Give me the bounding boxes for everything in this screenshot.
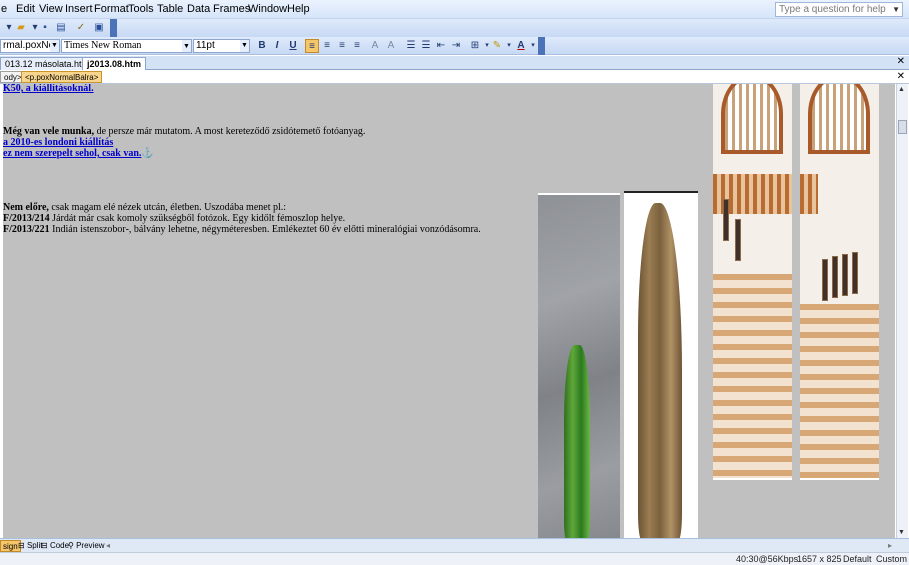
photo-pews — [713, 274, 792, 478]
menu-edit[interactable]: Edit — [16, 3, 35, 15]
menu-format[interactable]: Format — [94, 3, 129, 15]
photo-wooden-idol[interactable] — [624, 191, 698, 538]
shrink-font-icon[interactable]: A — [384, 39, 398, 53]
tag-selector: ody> <p.poxNormalBalra> ✕ — [0, 70, 909, 84]
link-nem-szerepelt[interactable]: ez nem szerepelt sehol, csak van.⚓ — [3, 148, 154, 159]
download-time: 40:30@56Kbps — [736, 554, 799, 564]
status-bar: 40:30@56Kbps 1657 x 825 Default Custom — [0, 552, 909, 565]
menu-insert[interactable]: Insert — [65, 3, 93, 15]
open-folder-icon[interactable]: ▰ — [14, 21, 28, 35]
toolbar-options-icon[interactable] — [110, 19, 117, 37]
tag-p-poxnormalbalra[interactable]: <p.poxNormalBalra> — [21, 71, 103, 83]
preview-button[interactable]: ⚲ Preview — [66, 540, 107, 552]
photo-interior-right[interactable] — [800, 84, 879, 480]
menu-view[interactable]: View — [39, 3, 63, 15]
menu-table[interactable]: Table — [157, 3, 183, 15]
photo-log — [638, 203, 682, 538]
bullet-list-icon[interactable]: ☰ — [419, 39, 433, 53]
help-search-input[interactable]: Type a question for help ▼ — [775, 2, 903, 17]
menu-tools[interactable]: Tools — [128, 3, 154, 15]
chevron-down-icon[interactable]: ▼ — [50, 40, 59, 52]
style-mode[interactable]: Default — [843, 554, 872, 564]
formatting-toolbar: rmal.poxNon ▼ Times New Roman ▼ 11pt ▼ B… — [0, 37, 909, 55]
toolbar-options-icon[interactable] — [538, 37, 545, 55]
standard-toolbar: ▾ ▰ ▾ ▪ ▤ ✓ ▣ — [0, 19, 909, 37]
link-london-2010[interactable]: a 2010-es londoni kiállítás — [3, 137, 113, 148]
photo-plant — [564, 345, 590, 538]
link-k50[interactable]: K50, a kiállításoknál. — [3, 84, 94, 94]
chevron-down-icon[interactable]: ▼ — [240, 40, 249, 52]
numbered-list-icon[interactable]: ☰ — [404, 39, 418, 53]
chevron-down-icon[interactable]: ▼ — [182, 40, 191, 52]
paragraph-munka: Még van vele munka, de persze már mutato… — [3, 126, 366, 137]
photo-arch — [721, 84, 783, 154]
view-bar: sign ⊟ Split ⊟ Code ⚲ Preview ◂ ▸ — [0, 538, 909, 552]
chevron-down-icon[interactable]: ▼ — [892, 3, 900, 16]
caption-f2013-221: F/2013/221 Indián istenszobor-, bálvány … — [3, 224, 481, 235]
scroll-down-icon[interactable]: ▼ — [898, 529, 905, 536]
photo-frame — [832, 256, 838, 298]
save-icon[interactable]: ▪ — [38, 21, 52, 35]
menu-help[interactable]: Help — [287, 3, 310, 15]
menu-data[interactable]: Data — [187, 3, 210, 15]
menu-window[interactable]: Window — [248, 3, 287, 15]
css-mode[interactable]: Custom — [876, 554, 907, 564]
scroll-left-icon[interactable]: ◂ — [104, 540, 112, 552]
tab-masolata[interactable]: 013.12 másolata.htm — [0, 57, 95, 70]
close-icon[interactable]: ✕ — [897, 71, 905, 82]
font-value: Times New Roman — [64, 40, 142, 51]
page-dimensions[interactable]: 1657 x 825 — [797, 554, 842, 564]
style-select[interactable]: rmal.poxNon ▼ — [0, 39, 60, 53]
photo-frame — [723, 199, 729, 241]
font-size-select[interactable]: 11pt ▼ — [193, 39, 250, 53]
photo-frame — [842, 254, 848, 296]
photo-arch — [808, 84, 870, 154]
scroll-thumb[interactable] — [898, 120, 907, 134]
menu-bar: e Edit View Insert Format Tools Table Da… — [0, 0, 909, 19]
justify-icon[interactable]: ≡ — [350, 39, 364, 53]
design-view[interactable]: K50, a kiállításoknál. Még van vele munk… — [3, 84, 895, 538]
photo-pews — [800, 304, 879, 478]
scroll-up-icon[interactable]: ▲ — [898, 86, 905, 93]
bold-button[interactable]: B — [255, 39, 269, 53]
anchor-icon: ⚓ — [141, 148, 154, 159]
print-icon[interactable]: ▤ — [54, 21, 68, 35]
photo-balcony — [800, 174, 818, 214]
photo-pavement[interactable] — [538, 193, 620, 538]
menu-frames[interactable]: Frames — [213, 3, 250, 15]
menu-file[interactable]: e — [1, 3, 7, 15]
font-select[interactable]: Times New Roman ▼ — [61, 39, 192, 53]
photo-frame — [852, 252, 858, 294]
photo-frame — [735, 219, 741, 261]
spelling-icon[interactable]: ✓ — [74, 21, 88, 35]
underline-button[interactable]: U — [286, 39, 300, 53]
paragraph-nem-elore: Nem előre, csak magam elé nézek utcán, é… — [3, 202, 287, 213]
font-size-value: 11pt — [196, 40, 215, 51]
photo-interior-left[interactable] — [713, 84, 792, 480]
grow-font-icon[interactable]: A — [368, 39, 382, 53]
caption-f2013-214: F/2013/214 Járdát már csak komoly szüksé… — [3, 213, 346, 224]
help-search-placeholder: Type a question for help — [779, 4, 886, 15]
tab-j2013-08[interactable]: j2013.08.htm — [82, 57, 147, 70]
align-left-icon[interactable]: ≡ — [305, 39, 319, 53]
close-icon[interactable]: ✕ — [897, 56, 905, 67]
align-right-icon[interactable]: ≡ — [335, 39, 349, 53]
photo-frame — [822, 259, 828, 301]
italic-button[interactable]: I — [270, 39, 284, 53]
align-center-icon[interactable]: ≡ — [320, 39, 334, 53]
preview-icon[interactable]: ▣ — [92, 21, 106, 35]
vertical-scrollbar[interactable]: ▲ ▼ — [896, 84, 908, 538]
scroll-right-icon[interactable]: ▸ — [886, 540, 894, 552]
decrease-indent-icon[interactable]: ⇤ — [434, 39, 448, 53]
document-tabs: 013.12 másolata.htm j2013.08.htm ✕ — [0, 56, 909, 70]
increase-indent-icon[interactable]: ⇥ — [449, 39, 463, 53]
